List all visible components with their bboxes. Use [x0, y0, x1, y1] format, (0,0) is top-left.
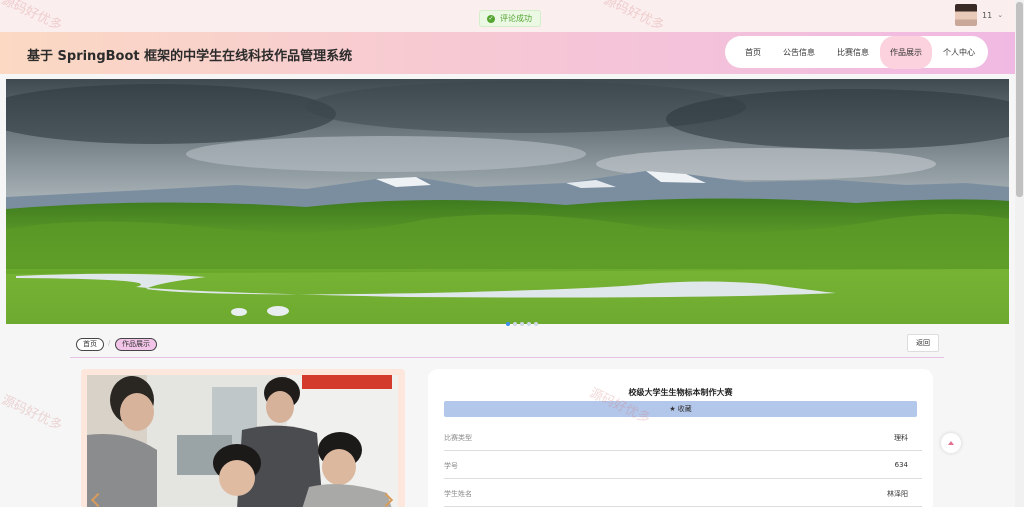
- carousel-dot[interactable]: [513, 322, 517, 326]
- breadcrumb-current: 作品展示: [115, 338, 157, 351]
- favorite-button[interactable]: ★ 收藏: [444, 401, 917, 417]
- banner-carousel[interactable]: [6, 79, 1009, 324]
- user-menu[interactable]: 11 ⌄: [955, 4, 1003, 26]
- work-title: 校级大学生生物标本制作大赛: [628, 388, 733, 397]
- watermark: 源码好优多: [0, 392, 65, 434]
- site-title: 基于 SpringBoot 框架的中学生在线科技作品管理系统: [27, 49, 353, 64]
- nav-works[interactable]: 作品展示: [880, 35, 932, 69]
- detail-row: 学号 634: [444, 451, 922, 479]
- detail-value: 634: [894, 461, 908, 469]
- breadcrumb-home[interactable]: 首页: [76, 338, 104, 351]
- carousel-dot[interactable]: [527, 322, 531, 326]
- success-toast: ✓ 评论成功: [479, 10, 541, 27]
- back-to-top-button[interactable]: [941, 433, 961, 453]
- breadcrumb-separator: /: [108, 339, 111, 347]
- students-photo: [87, 375, 398, 507]
- carousel-dot[interactable]: [534, 322, 538, 326]
- work-detail-card: 校级大学生生物标本制作大赛 ★ 收藏 比赛类型 理科 学号 634 学生姓名 林…: [428, 369, 933, 507]
- nav-competitions[interactable]: 比赛信息: [826, 37, 880, 68]
- carousel-dot-active[interactable]: [506, 322, 510, 326]
- detail-value: 林泽阳: [887, 490, 908, 498]
- toast-text: 评论成功: [500, 14, 532, 23]
- carousel-indicators: [506, 322, 538, 326]
- arrow-up-icon: [948, 441, 954, 445]
- site-header: 基于 SpringBoot 框架的中学生在线科技作品管理系统 首页 公告信息 比…: [0, 32, 1015, 74]
- detail-value: 理科: [894, 434, 908, 442]
- scrollbar-thumb[interactable]: [1016, 2, 1023, 197]
- detail-key: 比赛类型: [444, 434, 472, 442]
- check-circle-icon: ✓: [487, 14, 495, 23]
- breadcrumb: 首页 / 作品展示 返回: [70, 333, 944, 358]
- avatar[interactable]: [955, 4, 977, 26]
- nav-announcements[interactable]: 公告信息: [772, 37, 826, 68]
- detail-row: 学生姓名 林泽阳: [444, 479, 922, 507]
- page-scrollbar[interactable]: [1015, 0, 1024, 507]
- detail-key: 学号: [444, 462, 458, 470]
- back-button[interactable]: 返回: [907, 334, 939, 352]
- carousel-dot[interactable]: [520, 322, 524, 326]
- work-image-frame: [81, 369, 405, 507]
- nav-profile[interactable]: 个人中心: [932, 37, 986, 68]
- chevron-down-icon[interactable]: ⌄: [997, 11, 1003, 19]
- user-name[interactable]: 11: [982, 11, 992, 20]
- detail-row: 比赛类型 理科: [444, 423, 922, 451]
- favorite-label: 收藏: [677, 405, 692, 413]
- nav-home[interactable]: 首页: [734, 37, 772, 68]
- work-image: [87, 375, 398, 507]
- main-nav: 首页 公告信息 比赛信息 作品展示 个人中心: [725, 35, 988, 69]
- landscape-image: [6, 79, 1009, 324]
- star-icon: ★: [669, 405, 676, 413]
- detail-key: 学生姓名: [444, 490, 472, 498]
